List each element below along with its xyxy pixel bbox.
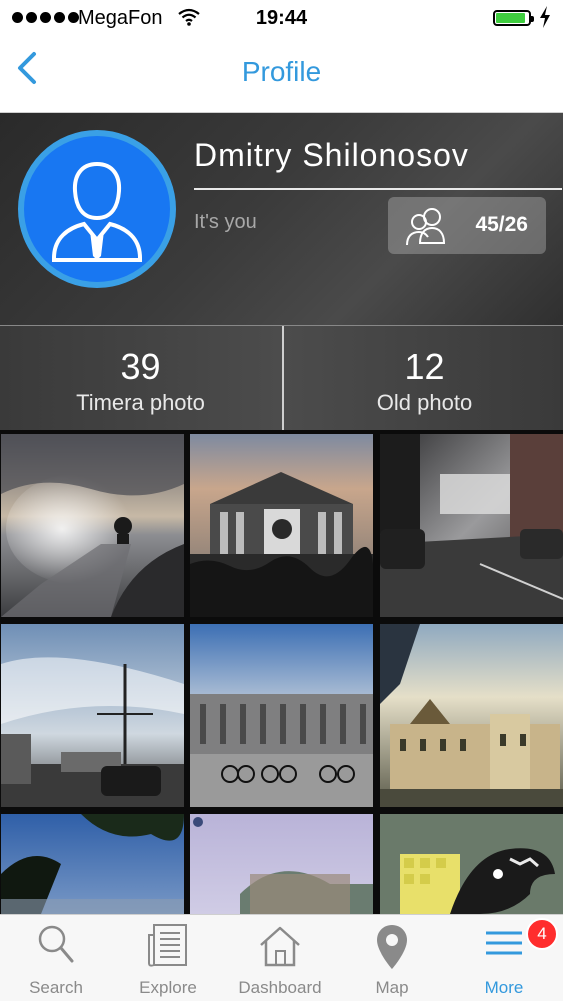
person-silhouette-icon bbox=[52, 161, 142, 262]
photo-thumbnail[interactable] bbox=[190, 434, 373, 617]
photo-thumbnail[interactable] bbox=[1, 814, 184, 914]
friends-button[interactable]: 45/26 bbox=[388, 197, 546, 254]
photo-thumbnail[interactable] bbox=[1, 624, 184, 807]
profile-header: Dmitry Shilonosov It's you 45/26 bbox=[0, 113, 563, 325]
notification-badge: 4 bbox=[526, 918, 558, 950]
tab-label: Explore bbox=[139, 978, 197, 997]
friends-count: 45/26 bbox=[475, 213, 528, 236]
stat-timera-photo[interactable]: 39 Timera photo bbox=[0, 326, 281, 430]
photo-grid bbox=[0, 430, 563, 914]
stat-old-photo[interactable]: 12 Old photo bbox=[284, 326, 563, 430]
name-divider bbox=[194, 188, 562, 190]
battery-icon bbox=[493, 10, 534, 26]
photo-thumbnail[interactable] bbox=[1, 434, 184, 617]
photo-thumbnail[interactable] bbox=[190, 624, 373, 807]
photo-thumbnail[interactable] bbox=[380, 624, 563, 807]
house-icon bbox=[260, 926, 300, 967]
stat-value: 39 bbox=[120, 346, 161, 387]
photo-thumbnail[interactable] bbox=[380, 814, 563, 914]
tab-search[interactable]: Search bbox=[0, 915, 112, 1001]
stat-value: 12 bbox=[404, 346, 445, 387]
page-title: Profile bbox=[241, 56, 322, 87]
stat-label: Old photo bbox=[376, 390, 473, 415]
tab-dashboard[interactable]: Dashboard bbox=[224, 915, 336, 1001]
friends-icon bbox=[406, 208, 446, 246]
tab-label: Search bbox=[29, 978, 83, 997]
avatar[interactable] bbox=[18, 130, 176, 288]
photo-thumbnail[interactable] bbox=[190, 814, 373, 914]
search-icon bbox=[38, 925, 74, 963]
profile-subtitle: It's you bbox=[194, 211, 257, 233]
stats-bar: 39 Timera photo 12 Old photo bbox=[0, 325, 563, 430]
status-time: 19:44 bbox=[255, 7, 308, 29]
tab-map[interactable]: Map bbox=[336, 915, 448, 1001]
status-bar: MegaFon 19:44 bbox=[0, 0, 563, 38]
newspaper-icon bbox=[148, 924, 187, 967]
map-pin-icon bbox=[377, 925, 407, 969]
navigation-bar: Profile bbox=[0, 38, 563, 113]
tab-explore[interactable]: Explore bbox=[112, 915, 224, 1001]
charging-bolt-icon bbox=[540, 6, 550, 28]
tab-label: Map bbox=[375, 978, 409, 997]
photo-thumbnail[interactable] bbox=[380, 434, 563, 617]
tab-bar: Search Explore Dashboard Map More bbox=[0, 914, 563, 1001]
stat-label: Timera photo bbox=[76, 390, 205, 415]
profile-name: Dmitry Shilonosov bbox=[194, 137, 469, 173]
tab-label: More bbox=[484, 978, 524, 997]
menu-lines-icon bbox=[486, 931, 522, 955]
tab-label: Dashboard bbox=[238, 978, 322, 997]
